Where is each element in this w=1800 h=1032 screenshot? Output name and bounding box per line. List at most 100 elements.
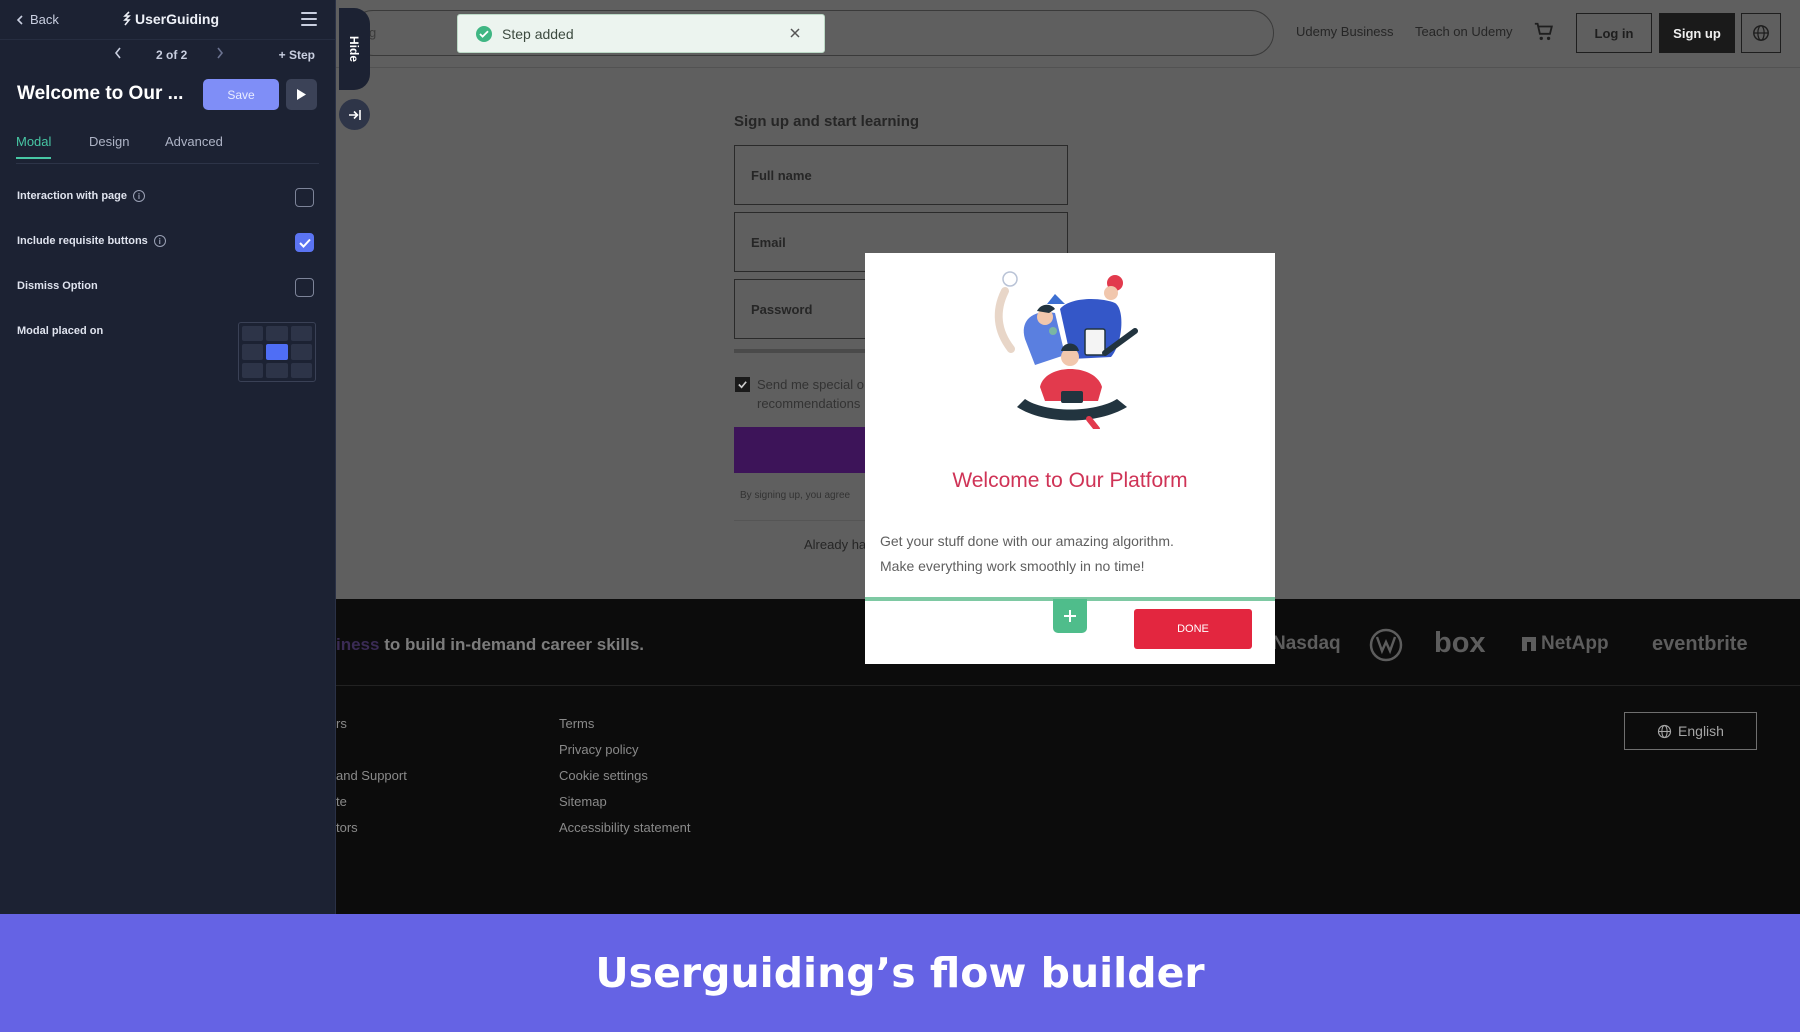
placement-cell[interactable] — [266, 362, 288, 378]
hide-panel-tab[interactable]: Hide — [339, 8, 370, 90]
requisite-buttons-checkbox[interactable] — [295, 233, 314, 252]
logo-text: UserGuiding — [135, 11, 220, 27]
tab-design[interactable]: Design — [89, 134, 129, 149]
tagline-rest: to build in-demand career skills. — [379, 635, 644, 654]
builder-topbar: Back UserGuiding — [0, 0, 335, 40]
placement-grid[interactable] — [238, 322, 316, 382]
nav-teach-on-udemy[interactable]: Teach on Udemy — [1415, 24, 1513, 39]
play-icon — [297, 89, 306, 100]
done-button[interactable]: DONE — [1134, 609, 1252, 649]
option-interaction-with-page: Interaction with page i — [0, 178, 335, 223]
signup-form-title: Sign up and start learning — [734, 113, 920, 130]
footer-link-sitemap[interactable]: Sitemap — [559, 794, 607, 809]
modal-body: Get your stuff done with our amazing alg… — [880, 529, 1250, 579]
option-label: Include requisite buttons i — [17, 235, 166, 247]
builder-panel: Back UserGuiding 2 of 2 + Step Welcome t… — [0, 0, 336, 914]
option-dismiss: Dismiss Option — [0, 268, 335, 313]
collapse-panel-button[interactable] — [339, 99, 370, 130]
placement-cell[interactable] — [266, 326, 288, 342]
placement-cell[interactable] — [242, 326, 264, 342]
footer-link-cookie-settings[interactable]: Cookie settings — [559, 768, 648, 783]
password-strength-bar — [734, 349, 874, 353]
preview-button[interactable] — [286, 79, 317, 110]
flow-title[interactable]: Welcome to Our ... — [17, 83, 183, 105]
chevron-left-icon — [114, 47, 121, 59]
step-navigator: 2 of 2 + Step — [0, 40, 335, 72]
info-icon[interactable]: i — [133, 190, 146, 202]
nasdaq-logo: Nasdaq — [1272, 633, 1341, 654]
language-globe-button[interactable] — [1741, 13, 1781, 53]
option-include-requisite-buttons: Include requisite buttons i — [0, 223, 335, 268]
caption-text: Userguiding’s flow builder — [595, 949, 1205, 997]
globe-icon — [1753, 25, 1769, 41]
step-counter: 2 of 2 — [156, 48, 188, 62]
interaction-checkbox[interactable] — [295, 188, 314, 207]
add-step-button[interactable]: + Step — [279, 48, 315, 62]
info-icon[interactable]: i — [153, 235, 166, 247]
footer-link-terms[interactable]: Terms — [559, 716, 594, 731]
check-icon — [738, 381, 747, 389]
option-label: Dismiss Option — [17, 280, 98, 292]
placement-cell[interactable] — [290, 362, 312, 378]
signup-button[interactable]: Sign up — [1659, 13, 1735, 53]
nav-udemy-business[interactable]: Udemy Business — [1296, 24, 1394, 39]
plus-icon — [1064, 610, 1076, 622]
globe-icon — [1657, 724, 1672, 738]
placement-cell[interactable] — [242, 344, 264, 360]
footer-link[interactable]: te — [336, 794, 347, 809]
netapp-logo: NetApp — [1521, 633, 1609, 655]
placement-label: Modal placed on — [17, 325, 104, 337]
business-tagline: iness to build in-demand career skills. — [336, 635, 644, 655]
prev-step-button[interactable] — [114, 47, 122, 62]
chevron-right-icon — [217, 47, 224, 59]
next-step-button[interactable] — [216, 47, 224, 62]
back-button[interactable]: Back — [16, 12, 59, 27]
save-button[interactable]: Save — [203, 79, 279, 110]
tab-advanced[interactable]: Advanced — [165, 134, 223, 149]
box-logo: box — [1434, 627, 1486, 659]
footer-link-accessibility[interactable]: Accessibility statement — [559, 820, 691, 835]
login-button[interactable]: Log in — [1576, 13, 1652, 53]
dismiss-checkbox[interactable] — [295, 278, 314, 297]
footer-link[interactable]: rs — [336, 716, 347, 731]
cart-icon[interactable] — [1533, 21, 1555, 43]
signup-submit-button[interactable] — [734, 427, 874, 473]
footer-link[interactable]: and Support — [336, 768, 407, 783]
language-label: English — [1678, 723, 1724, 739]
hamburger-menu-icon[interactable] — [301, 12, 317, 26]
footer-divider — [336, 685, 1800, 686]
option-label: Interaction with page i — [17, 190, 146, 202]
consent-checkbox[interactable] — [735, 377, 750, 392]
check-icon — [298, 238, 311, 248]
flow-title-row: Welcome to Our ... Save — [0, 72, 335, 120]
tab-modal[interactable]: Modal — [16, 134, 52, 159]
close-icon[interactable] — [788, 26, 802, 40]
consent-text: Send me special o recommendations — [757, 377, 864, 411]
divider — [734, 520, 874, 521]
arrow-to-right-icon — [348, 109, 361, 120]
add-button-plus[interactable] — [1053, 599, 1087, 633]
welcome-modal: Welcome to Our Platform Get your stuff d… — [865, 253, 1275, 664]
step-added-toast: Step added — [457, 14, 825, 53]
modal-title: Welcome to Our Platform — [952, 469, 1188, 492]
tagline-highlight: iness — [336, 635, 380, 654]
footer-language-button[interactable]: English — [1624, 712, 1757, 750]
netapp-logo-text: NetApp — [1541, 633, 1609, 654]
placement-cell[interactable] — [290, 344, 312, 360]
back-label: Back — [30, 12, 59, 27]
userguiding-mark-icon — [123, 11, 131, 26]
already-have-account-text: Already ha — [804, 537, 867, 552]
fullname-field[interactable]: Full name — [734, 145, 1068, 205]
search-text: g — [369, 25, 377, 40]
chevron-left-icon — [16, 14, 23, 25]
netapp-mark-icon — [1522, 637, 1536, 651]
volkswagen-logo-icon — [1369, 628, 1403, 662]
hide-label: Hide — [347, 35, 362, 63]
placement-cell[interactable] — [290, 326, 312, 342]
userguiding-logo: UserGuiding — [122, 11, 219, 27]
footer-link[interactable]: tors — [336, 820, 358, 835]
footer-link-privacy[interactable]: Privacy policy — [559, 742, 638, 757]
success-check-icon — [476, 25, 492, 42]
placement-cell[interactable] — [242, 362, 264, 378]
placement-cell-selected[interactable] — [266, 344, 288, 360]
